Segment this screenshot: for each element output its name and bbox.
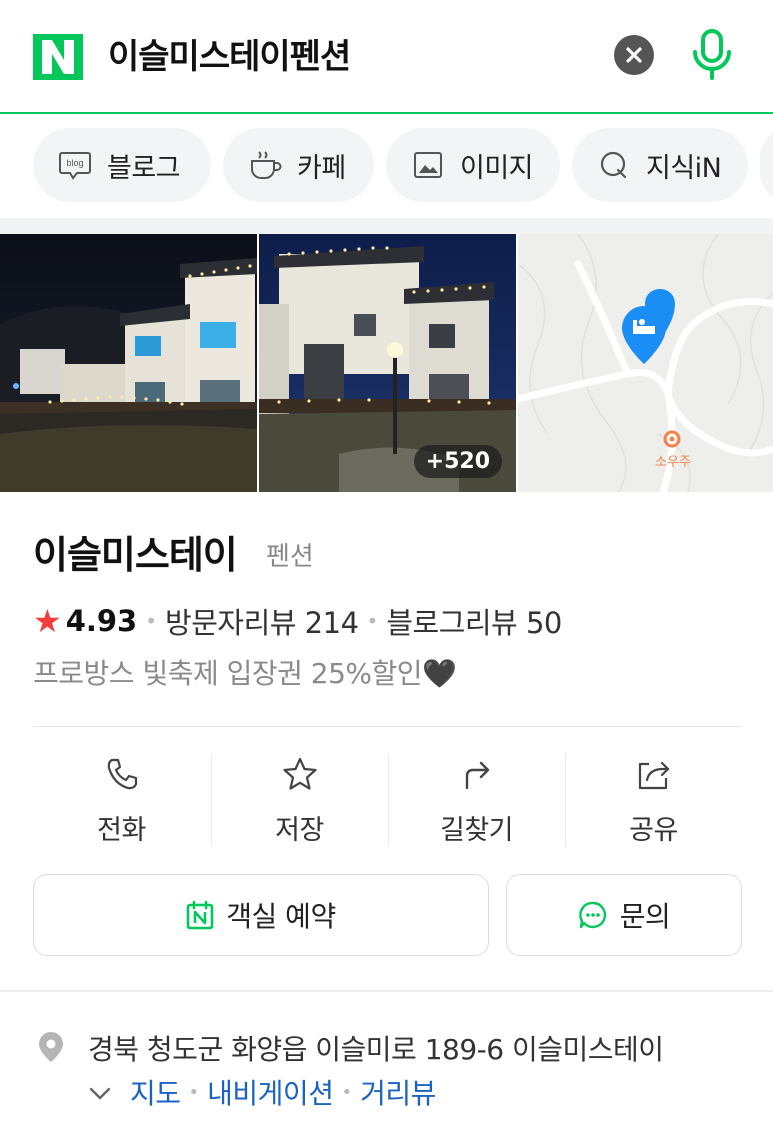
rating-value: 4.93 [65, 604, 138, 638]
share-button[interactable]: 공유 [565, 752, 742, 848]
star-rating-icon: ★ [33, 602, 62, 640]
rating-row: ★ 4.93 • 방문자리뷰 214 • 블로그리뷰 50 [33, 600, 562, 642]
inquiry-label: 문의 [619, 900, 671, 933]
directions-button[interactable]: 길찾기 [388, 752, 565, 848]
image-icon [410, 149, 446, 181]
visitor-reviews-link[interactable]: 방문자리뷰 214 [165, 600, 359, 642]
map-link[interactable]: 지도 [130, 1072, 181, 1112]
place-photo-2[interactable]: +520 [259, 234, 516, 492]
address-links: 지도 • 내비게이션 • 거리뷰 [88, 1072, 436, 1112]
promo-text[interactable]: 프로방스 빛축제 입장권 25%할인🖤 [33, 652, 457, 692]
directions-label: 길찾기 [439, 815, 514, 846]
tab-cafe-label: 카페 [297, 152, 346, 184]
tab-cafe[interactable]: 카페 [223, 128, 374, 202]
section-divider [0, 218, 773, 234]
directions-icon [388, 752, 565, 796]
place-photo-1[interactable] [0, 234, 257, 492]
chat-bubble-icon [578, 900, 608, 930]
phone-icon [33, 752, 210, 796]
separator-dot: • [341, 1081, 353, 1103]
search-tabs: blog 블로그 카페 이미지 지식iN [0, 114, 773, 218]
tab-more[interactable] [760, 128, 773, 202]
share-icon [565, 752, 742, 796]
close-icon [626, 47, 642, 63]
tab-blog-label: 블로그 [107, 152, 181, 184]
naver-logo-icon[interactable] [33, 34, 83, 80]
place-category: 펜션 [266, 542, 314, 572]
photo-count-badge: +520 [413, 445, 502, 478]
naver-booking-icon [186, 900, 214, 930]
separator-dot: • [145, 609, 158, 633]
reserve-room-button[interactable]: 객실 예약 [33, 874, 489, 956]
microphone-icon [693, 29, 731, 80]
svg-text:blog: blog [66, 158, 83, 168]
tab-blog[interactable]: blog 블로그 [33, 128, 211, 202]
separator-dot: • [188, 1081, 200, 1103]
inquiry-button[interactable]: 문의 [506, 874, 742, 956]
save-label: 저장 [275, 815, 324, 846]
navigation-link[interactable]: 내비게이션 [207, 1072, 334, 1112]
section-divider [0, 990, 773, 992]
call-button[interactable]: 전화 [33, 752, 210, 848]
voice-search-button[interactable] [688, 28, 736, 84]
divider [33, 726, 742, 727]
search-bar: 이슬미스테이펜션 [0, 0, 773, 114]
share-label: 공유 [629, 815, 678, 846]
separator-dot: • [366, 609, 379, 633]
cafe-icon [247, 149, 283, 181]
tab-kin[interactable]: 지식iN [572, 128, 748, 202]
chevron-down-icon[interactable] [88, 1076, 112, 1109]
address-text[interactable]: 경북 청도군 화양읍 이슬미로 189-6 이슬미스테이 [88, 1028, 664, 1068]
map-thumbnail[interactable]: 소우주 [518, 234, 773, 492]
blog-icon: blog [57, 149, 93, 181]
search-input[interactable]: 이슬미스테이펜션 [108, 34, 351, 80]
blog-reviews-link[interactable]: 블로그리뷰 50 [386, 600, 562, 642]
kin-icon [596, 149, 632, 181]
star-icon [211, 752, 388, 796]
street-view-link[interactable]: 거리뷰 [360, 1072, 436, 1112]
call-label: 전화 [97, 815, 146, 846]
tab-image-label: 이미지 [460, 152, 534, 184]
save-button[interactable]: 저장 [211, 752, 388, 848]
tab-kin-label: 지식iN [646, 152, 722, 184]
place-name: 이슬미스테이 [33, 533, 238, 577]
location-pin-icon [37, 1030, 65, 1068]
map-label: 소우주 [655, 455, 691, 470]
reserve-room-label: 객실 예약 [226, 900, 336, 933]
clear-search-button[interactable] [614, 35, 654, 75]
tab-image[interactable]: 이미지 [386, 128, 560, 202]
